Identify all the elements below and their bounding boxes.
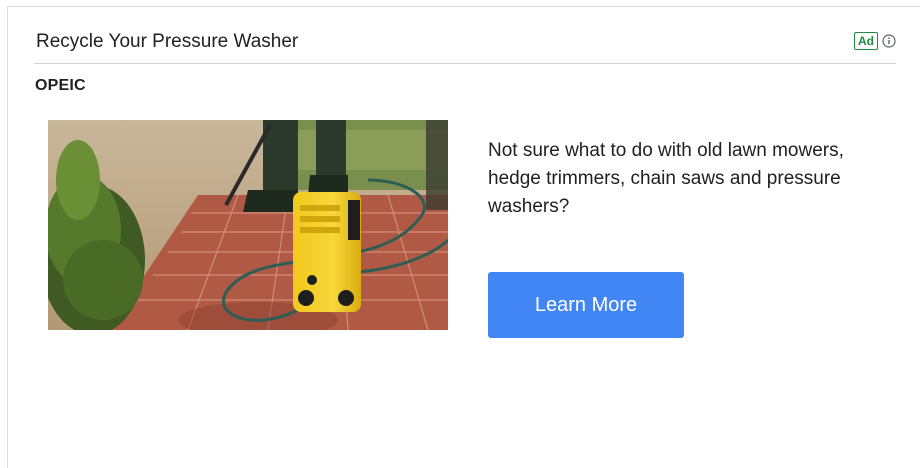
header-divider xyxy=(34,63,896,64)
ad-card[interactable]: Recycle Your Pressure Washer Ad OPEIC No… xyxy=(7,6,920,468)
ad-image[interactable] xyxy=(48,120,448,330)
pressure-washer-photo xyxy=(48,120,448,330)
ad-title[interactable]: Recycle Your Pressure Washer xyxy=(36,31,298,53)
ad-badge: Ad xyxy=(854,32,878,50)
ad-header: Recycle Your Pressure Washer Ad xyxy=(34,31,896,65)
info-circle-icon[interactable] xyxy=(882,34,896,48)
ad-description: Not sure what to do with old lawn mowers… xyxy=(488,140,844,217)
advertiser-name[interactable]: OPEIC xyxy=(35,77,86,95)
learn-more-button[interactable]: Learn More xyxy=(488,272,684,338)
ad-choices[interactable]: Ad xyxy=(854,32,896,50)
